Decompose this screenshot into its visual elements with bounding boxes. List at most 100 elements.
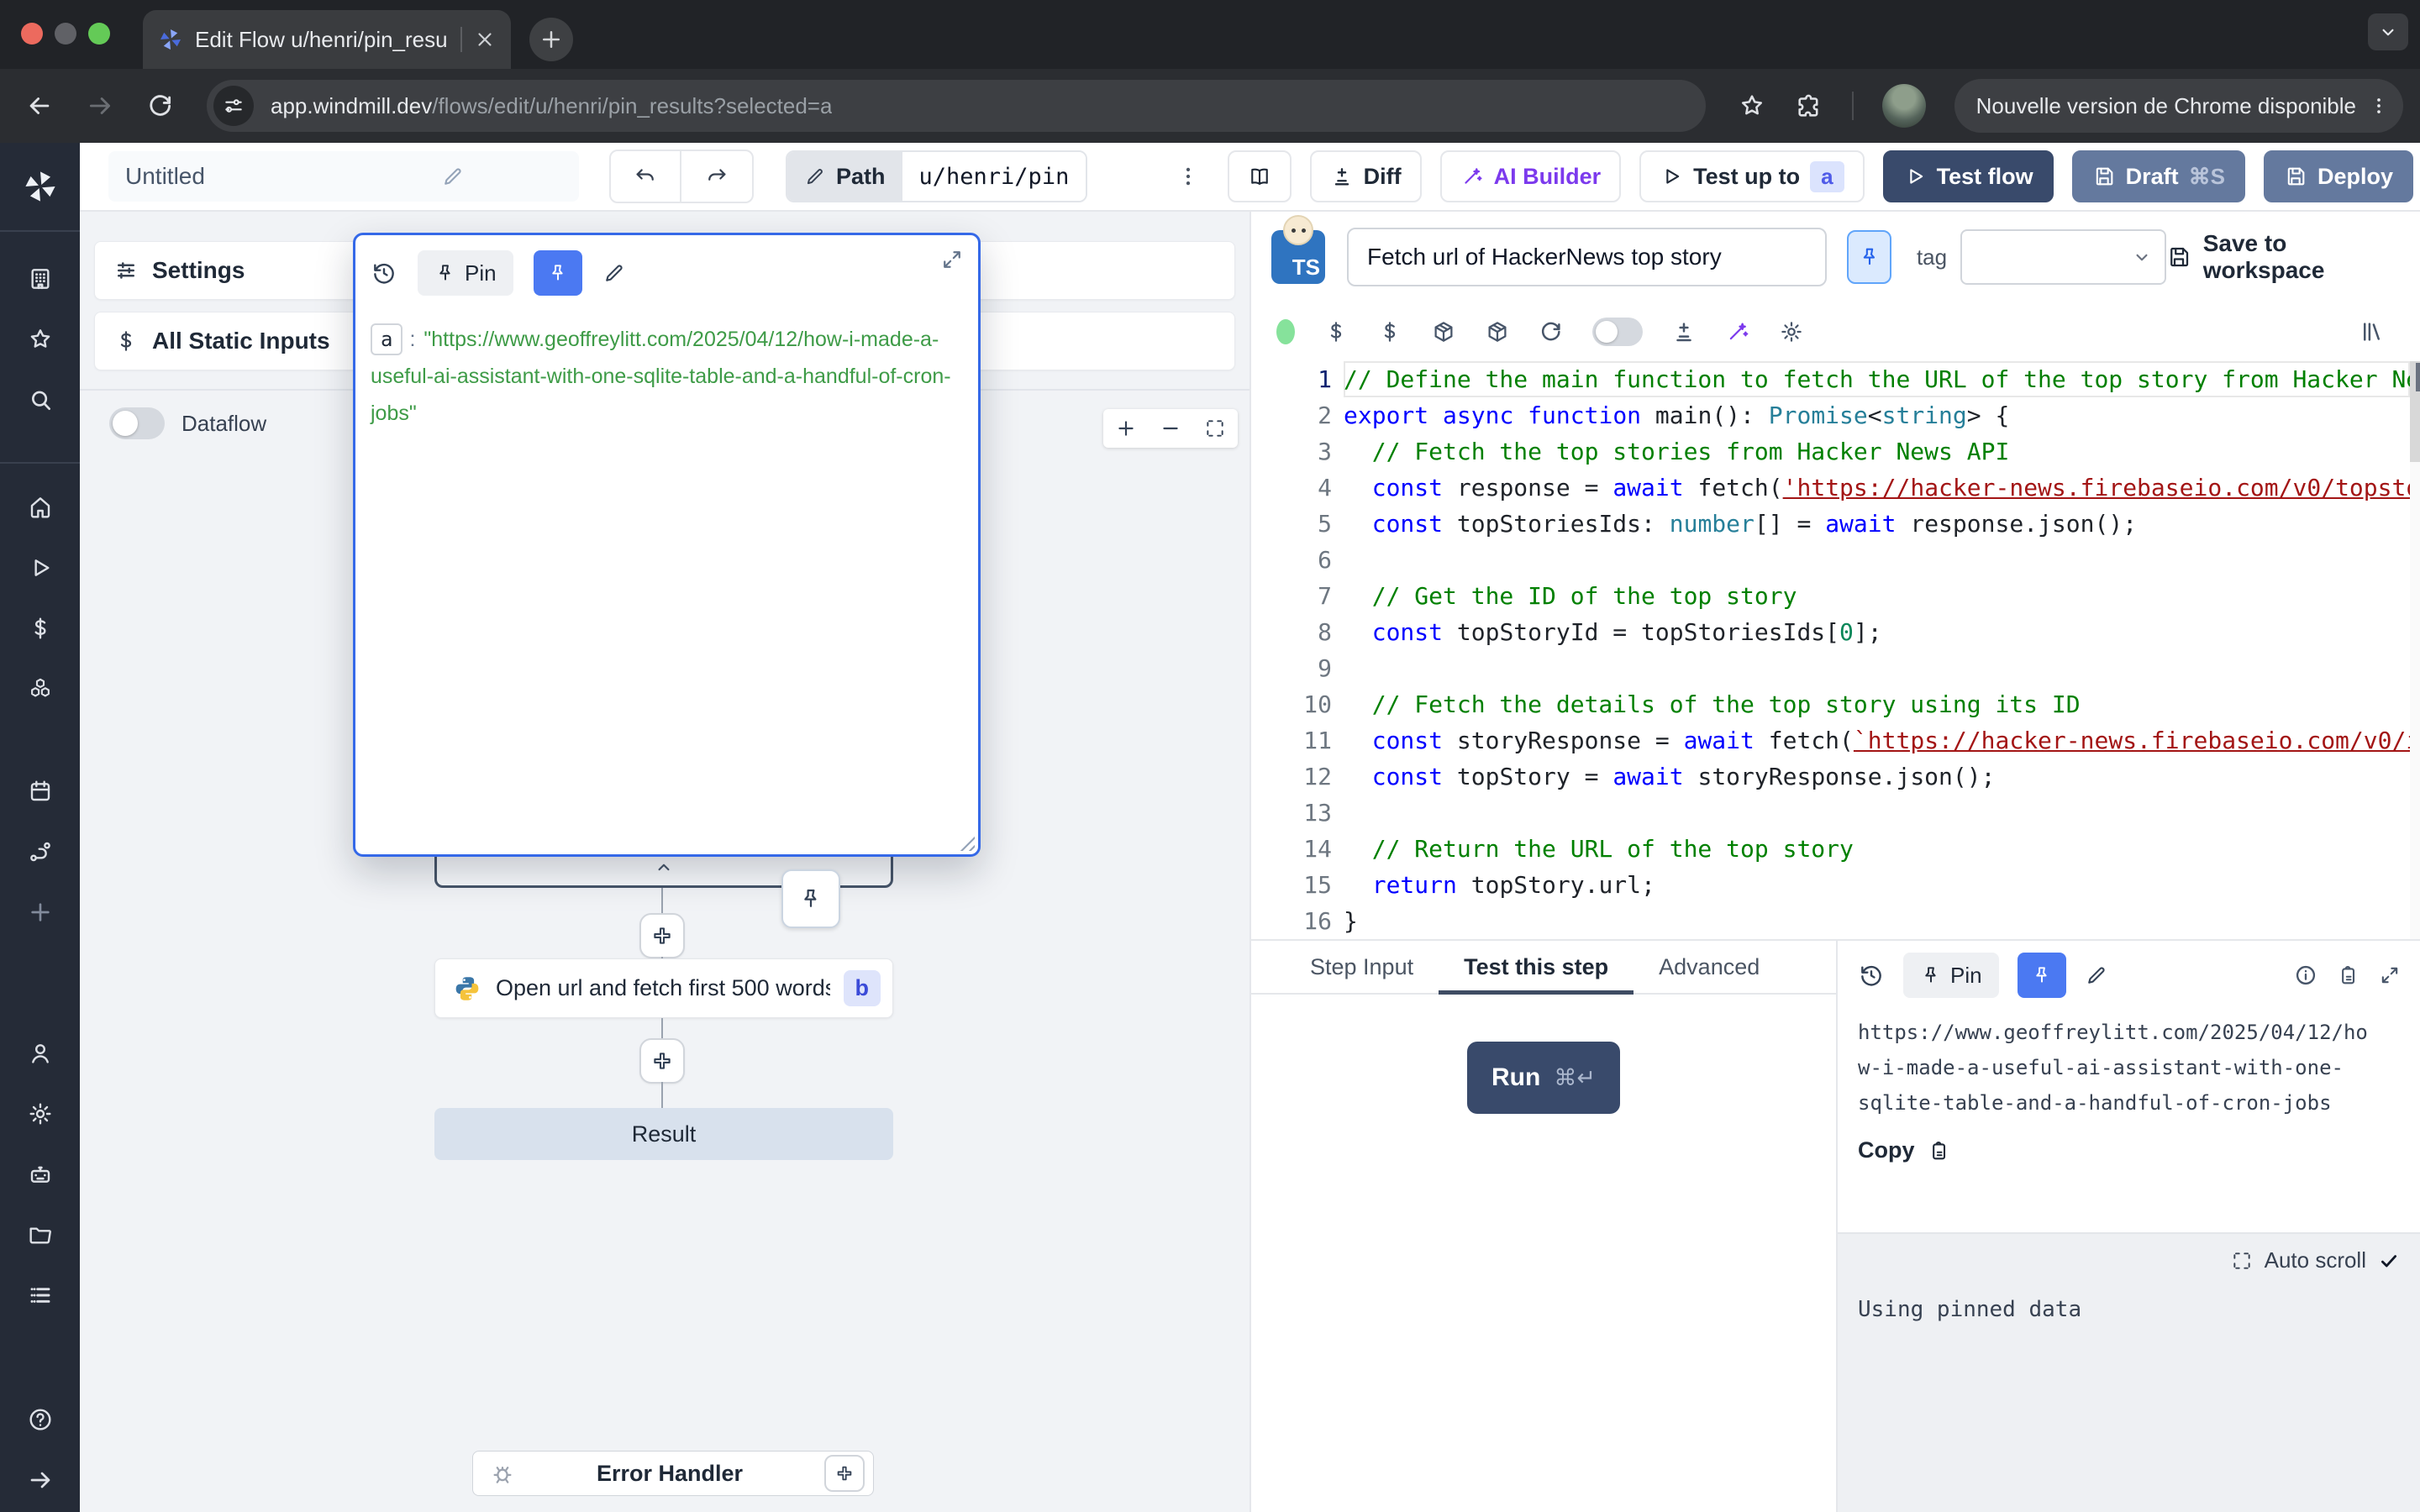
clipboard-icon[interactable] <box>2336 963 2360 987</box>
windmill-logo[interactable] <box>0 143 80 230</box>
sidebar-item-help[interactable] <box>0 1389 80 1450</box>
editor-toggle[interactable] <box>1592 318 1643 346</box>
undo-button[interactable] <box>611 151 681 202</box>
pinned-indicator-badge[interactable] <box>781 869 840 928</box>
zoom-window-button[interactable] <box>88 23 110 45</box>
sidebar-item-route[interactable] <box>0 822 80 882</box>
docs-button[interactable] <box>1228 150 1292 202</box>
tab-advanced[interactable]: Advanced <box>1634 941 1785 993</box>
run-button[interactable]: Run ⌘↵ <box>1467 1042 1620 1114</box>
code-line[interactable]: const response = await fetch('https://ha… <box>1344 470 2410 506</box>
code-line[interactable]: const topStoryId = topStoriesIds[0]; <box>1344 614 2410 650</box>
menu-dots-icon[interactable] <box>2368 95 2390 117</box>
expand-icon[interactable] <box>2231 1250 2253 1272</box>
flow-node-b[interactable]: Open url and fetch first 500 words of ..… <box>434 958 893 1018</box>
step-summary-input[interactable]: Fetch url of HackerNews top story <box>1347 228 1827 286</box>
history-icon[interactable] <box>1858 962 1885 989</box>
sidebar-item-list[interactable] <box>0 1265 80 1326</box>
sidebar-item-gear[interactable] <box>0 1084 80 1144</box>
code-line[interactable]: // Fetch the details of the top story us… <box>1344 686 2410 722</box>
tag-select[interactable] <box>1960 229 2166 285</box>
zoom-out-icon[interactable] <box>1160 417 1181 439</box>
sidebar-item-cubes[interactable] <box>0 659 80 719</box>
code-line[interactable] <box>1344 650 2410 686</box>
chevron-up-icon[interactable] <box>653 857 675 879</box>
edit-pin-icon[interactable] <box>602 261 626 285</box>
editor-scrollbar[interactable] <box>2410 361 2420 939</box>
code-line[interactable]: // Return the URL of the top story <box>1344 831 2410 867</box>
reset-icon[interactable] <box>1539 319 1564 344</box>
reload-button[interactable] <box>146 92 175 120</box>
save-to-workspace-button[interactable]: Save to workspace <box>2166 230 2390 284</box>
sidebar-item-arrow-right[interactable] <box>0 1450 80 1510</box>
sidebar-item-user[interactable] <box>0 1023 80 1084</box>
fit-view-icon[interactable] <box>1204 417 1226 439</box>
more-options-icon[interactable] <box>1176 164 1201 189</box>
site-settings-button[interactable] <box>213 86 254 126</box>
edit-pin-icon[interactable] <box>2085 963 2108 987</box>
sidebar-item-robot[interactable] <box>0 1144 80 1205</box>
forward-button[interactable] <box>86 92 114 120</box>
pin-toggle-button[interactable] <box>1847 230 1891 284</box>
resize-handle[interactable] <box>956 832 975 851</box>
resources-icon[interactable] <box>1377 319 1402 344</box>
redo-button[interactable] <box>681 151 752 202</box>
history-icon[interactable] <box>371 260 397 286</box>
deploy-button[interactable]: Deploy <box>2264 150 2413 202</box>
editor-settings-icon[interactable] <box>1779 319 1804 344</box>
code-editor[interactable]: 12345678910111213141516 // Define the ma… <box>1251 361 2420 939</box>
package-icon[interactable] <box>1485 319 1510 344</box>
result-url-value[interactable]: https://www.geoffreylitt.com/2025/04/12/… <box>1838 1010 2392 1121</box>
insert-step-button[interactable] <box>639 913 685 958</box>
auto-scroll-control[interactable]: Auto scroll <box>1838 1234 2420 1273</box>
test-up-to-button[interactable]: Test up to a <box>1639 150 1864 202</box>
zoom-in-icon[interactable] <box>1115 417 1137 439</box>
close-tab-icon[interactable] <box>474 29 496 50</box>
pinned-json-value[interactable]: a:"https://www.geoffreylitt.com/2025/04/… <box>371 321 963 432</box>
new-tab-button[interactable] <box>529 18 573 61</box>
result-node[interactable]: Result <box>434 1108 893 1160</box>
diff-button[interactable]: Diff <box>1310 150 1422 202</box>
insert-step-button[interactable] <box>639 1038 685 1084</box>
library-panel-icon[interactable] <box>2360 319 2385 344</box>
back-button[interactable] <box>25 92 54 120</box>
code-line[interactable]: // Get the ID of the top story <box>1344 578 2410 614</box>
url-bar[interactable]: app.windmill.dev/flows/edit/u/henri/pin_… <box>207 80 1706 132</box>
code-line[interactable]: } <box>1344 903 2410 939</box>
draft-button[interactable]: Draft ⌘S <box>2072 150 2245 202</box>
path-button[interactable]: Path u/henri/pin <box>786 150 1087 202</box>
ai-wand-icon[interactable] <box>1725 319 1750 344</box>
copy-button[interactable]: Copy <box>1838 1137 2420 1163</box>
tab-step-input[interactable]: Step Input <box>1285 941 1439 993</box>
expand-icon[interactable] <box>939 247 965 272</box>
code-line[interactable]: return topStory.url; <box>1344 867 2410 903</box>
ai-builder-button[interactable]: AI Builder <box>1440 150 1622 202</box>
typescript-language-badge[interactable]: TS <box>1271 230 1325 284</box>
flow-name-field[interactable]: Untitled <box>108 151 579 202</box>
pin-button[interactable]: Pin <box>1903 953 1999 998</box>
info-icon[interactable] <box>2294 963 2317 987</box>
sidebar-item-home[interactable] <box>0 477 80 538</box>
sidebar-item-folder[interactable] <box>0 1205 80 1265</box>
code-line[interactable]: const topStory = await storyResponse.jso… <box>1344 759 2410 795</box>
code-line[interactable]: export async function main(): Promise<st… <box>1344 397 2410 433</box>
pin-active-button[interactable] <box>2018 953 2066 998</box>
minimize-window-button[interactable] <box>55 23 76 45</box>
add-error-handler-button[interactable] <box>824 1455 865 1492</box>
dataflow-toggle[interactable] <box>109 407 165 439</box>
diff-icon[interactable] <box>1671 319 1697 344</box>
code-line[interactable]: // Define the main function to fetch the… <box>1344 361 2410 397</box>
pin-button[interactable]: Pin <box>418 250 513 296</box>
pin-active-button[interactable] <box>534 250 582 296</box>
code-line[interactable] <box>1344 542 2410 578</box>
fullscreen-icon[interactable] <box>2378 963 2402 987</box>
sidebar-item-star[interactable] <box>0 309 80 370</box>
profile-avatar[interactable] <box>1882 84 1926 128</box>
sidebar-item-calendar[interactable] <box>0 761 80 822</box>
browser-tab[interactable]: Edit Flow u/henri/pin_results <box>143 10 511 69</box>
test-flow-button[interactable]: Test flow <box>1883 150 2054 202</box>
bookmark-star-icon[interactable] <box>1738 92 1766 120</box>
sidebar-item-dollar[interactable] <box>0 598 80 659</box>
tab-search-button[interactable] <box>2368 13 2408 50</box>
code-line[interactable]: const topStoriesIds: number[] = await re… <box>1344 506 2410 542</box>
